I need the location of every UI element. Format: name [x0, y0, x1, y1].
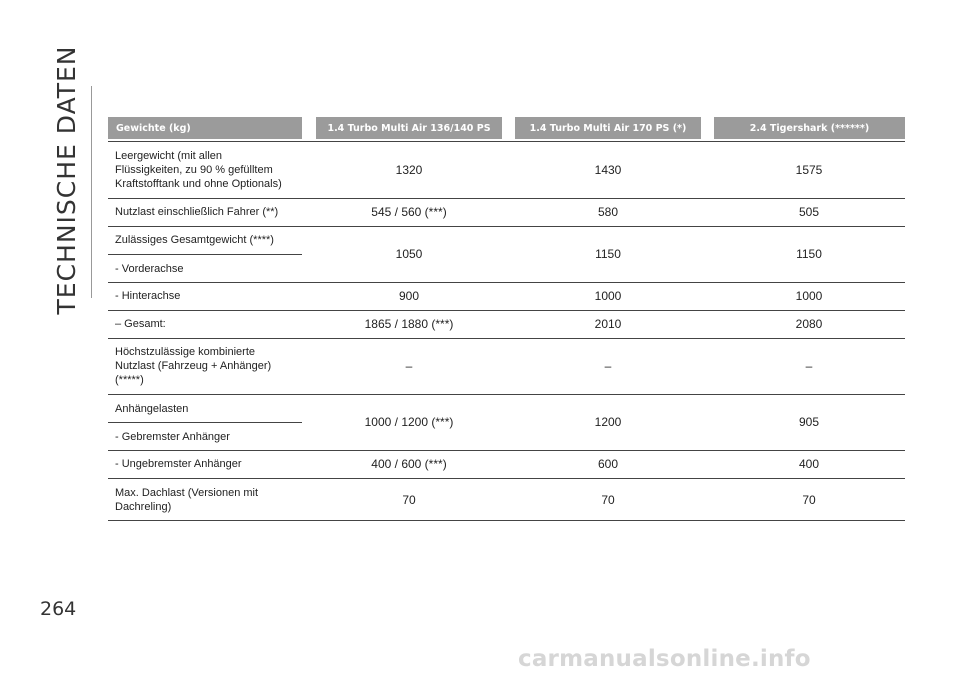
vertical-divider: [91, 86, 92, 298]
row-label-payload: Nutzlast einschließlich Fahrer (**): [115, 206, 279, 218]
row-rule: [108, 198, 905, 199]
cell-value: 1200: [594, 415, 622, 429]
cell-value: –: [604, 359, 612, 373]
cell-value: 1000: [594, 289, 622, 303]
cell-value: –: [805, 359, 813, 373]
cell-value: 70: [601, 493, 615, 507]
row-label-trailer-loads: Anhängelasten: [115, 403, 189, 415]
header-engine-2: 1.4 Turbo Multi Air 170 PS (*): [515, 117, 701, 139]
cell-value: 580: [597, 205, 619, 219]
header-engine-3: 2.4 Tigershark (******): [714, 117, 905, 139]
cell-value: 600: [597, 457, 619, 471]
cell-value: 1000 / 1200 (***): [364, 415, 454, 429]
cell-value: 905: [798, 415, 820, 429]
row-rule: [108, 450, 905, 451]
subrow-rule: [108, 254, 302, 255]
cell-value: 1150: [796, 247, 822, 261]
row-rule: [108, 310, 905, 311]
header-weights: Gewichte (kg): [108, 117, 302, 139]
header-rule: [108, 141, 905, 142]
row-label-total: – Gesamt:: [115, 318, 166, 330]
row-rule: [108, 338, 905, 339]
cell-value: 1000: [795, 289, 823, 303]
cell-value: 1320: [395, 163, 423, 177]
cell-value: –: [405, 359, 413, 373]
cell-value: 70: [802, 493, 816, 507]
cell-value: 400: [798, 457, 820, 471]
cell-value: 900: [398, 289, 420, 303]
header-engine-1: 1.4 Turbo Multi Air 136/140 PS: [316, 117, 502, 139]
row-label-max-combined: Höchstzulässige kombinierte Nutzlast (Fa…: [115, 346, 272, 386]
subrow-rule: [108, 422, 302, 423]
row-sublabel-braked-trailer: - Gebremster Anhänger: [115, 431, 230, 443]
cell-value: 1050: [395, 247, 423, 261]
row-label-curb-weight: Leergewicht (mit allen Flüssigkeiten, zu…: [115, 150, 282, 190]
cell-value: 70: [402, 493, 416, 507]
cell-value: 545 / 560 (***): [371, 205, 447, 219]
row-label-rear-axle: - Hinterachse: [115, 290, 181, 302]
cell-value: 1430: [594, 163, 622, 177]
row-rule: [108, 282, 905, 283]
row-rule: [108, 520, 905, 521]
row-label-gross-weight: Zulässiges Gesamtgewicht (****): [115, 234, 274, 246]
section-title: TECHNISCHE DATEN: [51, 45, 81, 315]
cell-value: 2010: [594, 317, 622, 331]
row-label-unbraked-trailer: - Ungebremster Anhänger: [115, 458, 242, 470]
row-label-roof-load: Max. Dachlast (Versionen mit Dachreling): [115, 487, 259, 513]
cell-value: 505: [798, 205, 820, 219]
cell-value: 1150: [595, 247, 621, 261]
row-rule: [108, 478, 905, 479]
row-sublabel-front-axle: - Vorderachse: [115, 263, 184, 275]
page-number: 264: [40, 598, 77, 620]
cell-value: 1575: [795, 163, 823, 177]
row-rule: [108, 394, 905, 395]
cell-value: 400 / 600 (***): [371, 457, 447, 471]
row-rule: [108, 226, 905, 227]
watermark: carmanualsonline.info: [518, 646, 811, 672]
cell-value: 1865 / 1880 (***): [364, 317, 454, 331]
cell-value: 2080: [795, 317, 823, 331]
